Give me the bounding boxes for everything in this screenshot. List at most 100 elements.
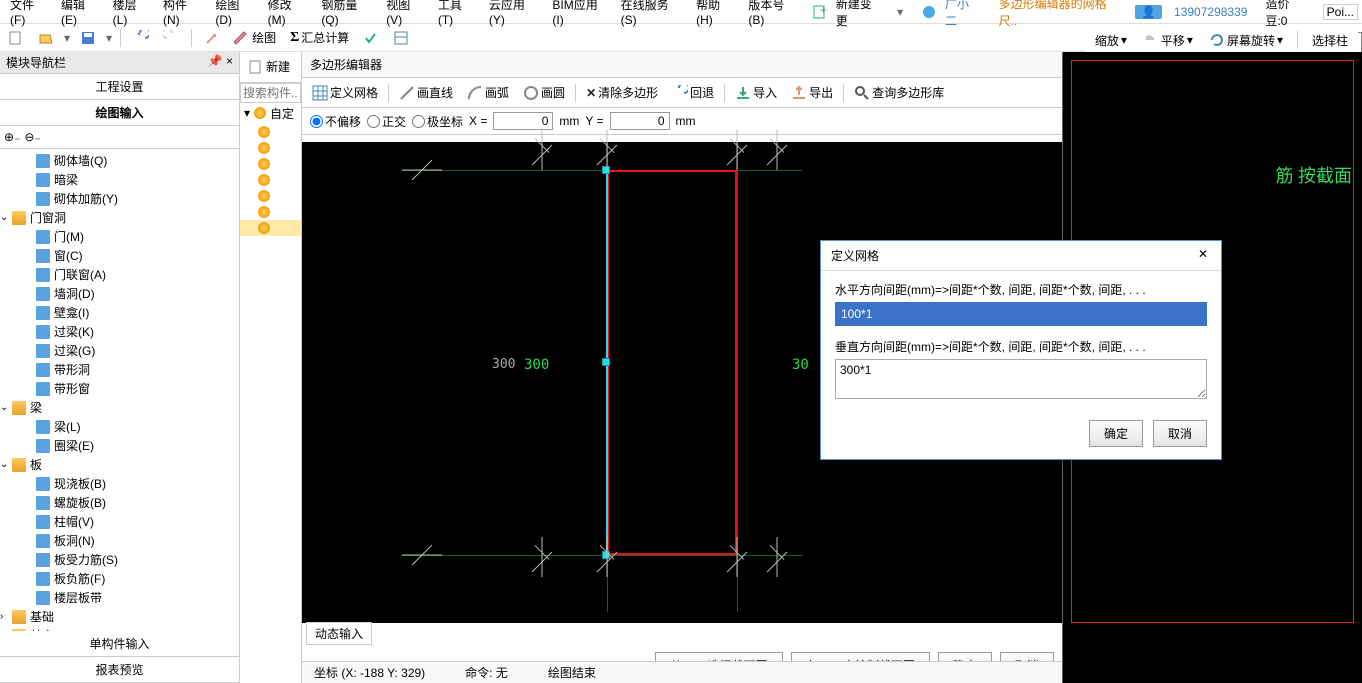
list-item[interactable] xyxy=(240,172,301,188)
edge-handle-mid[interactable] xyxy=(602,358,610,366)
section-report[interactable]: 报表预览 xyxy=(0,657,239,683)
tree-bk[interactable]: 壁龛(I) xyxy=(0,303,239,322)
polygon-shape[interactable] xyxy=(607,170,737,555)
chevron-down-icon[interactable]: ⌄ xyxy=(0,402,8,413)
tree-ql[interactable]: 圈梁(E) xyxy=(0,436,239,455)
undo-button[interactable]: 回退 xyxy=(666,82,720,103)
draw-button[interactable]: 绘图 xyxy=(230,27,280,48)
list-item-selected[interactable] xyxy=(240,220,301,236)
menu-floor[interactable]: 楼层(L) xyxy=(107,0,157,27)
tree-qtjj[interactable]: 砌体加筋(Y) xyxy=(0,189,239,208)
tree-qd[interactable]: 墙洞(D) xyxy=(0,284,239,303)
tree-dxd[interactable]: 带形洞 xyxy=(0,360,239,379)
new-icon[interactable] xyxy=(4,28,28,48)
radio-ortho[interactable]: 正交 xyxy=(367,113,406,130)
list-item-root[interactable]: ▾自定 xyxy=(240,103,301,124)
draw-arc-button[interactable]: 画弧 xyxy=(461,82,515,103)
user-small[interactable]: 广小二 xyxy=(915,0,992,29)
import-button[interactable]: 导入 xyxy=(729,82,783,103)
select-rebar-button[interactable]: 选择柱 xyxy=(1308,30,1352,51)
table-icon[interactable] xyxy=(389,28,413,48)
undo-icon[interactable] xyxy=(129,28,153,48)
poi-label[interactable]: Poi... xyxy=(1323,4,1358,20)
menu-rebar[interactable]: 钢筋量(Q) xyxy=(315,0,380,27)
tree-zm[interactable]: 柱帽(V) xyxy=(0,512,239,531)
pan-button[interactable]: 平移 ▾ xyxy=(1139,30,1197,51)
check-icon[interactable] xyxy=(359,28,383,48)
component-tree[interactable]: 砌体墙(Q) 暗梁 砌体加筋(Y) ⌄门窗洞 门(M) 窗(C) 门联窗(A) … xyxy=(0,149,239,631)
menu-bim[interactable]: BIM应用(I) xyxy=(546,0,614,27)
pin-icon[interactable]: 📌 × xyxy=(208,54,233,71)
tree-lcbd[interactable]: 楼层板带 xyxy=(0,588,239,607)
save-icon[interactable] xyxy=(76,28,100,48)
radio-no-offset[interactable]: 不偏移 xyxy=(310,113,361,130)
new-change-button[interactable]: + 新建变更 ▾ xyxy=(806,0,915,29)
tree-mcd[interactable]: ⌄门窗洞 xyxy=(0,208,239,227)
collapse-icon[interactable]: ⊖₋ xyxy=(24,130,40,144)
search-input[interactable] xyxy=(240,83,301,103)
section-drawinput[interactable]: 绘图输入 xyxy=(0,100,239,126)
list-item[interactable] xyxy=(240,156,301,172)
menu-online[interactable]: 在线服务(S) xyxy=(615,0,690,27)
define-grid-button[interactable]: 定义网格 xyxy=(306,82,384,103)
tree-xjb[interactable]: 现浇板(B) xyxy=(0,474,239,493)
list-item[interactable] xyxy=(240,124,301,140)
tree-al[interactable]: 暗梁 xyxy=(0,170,239,189)
draw-line-button[interactable]: 画直线 xyxy=(393,82,459,103)
wand-icon[interactable] xyxy=(200,28,224,48)
y-input[interactable] xyxy=(610,112,670,130)
section-single[interactable]: 单构件输入 xyxy=(0,631,239,657)
tree-gl[interactable]: 过梁(G) xyxy=(0,341,239,360)
section-engineering[interactable]: 工程设置 xyxy=(0,74,239,100)
tree-c[interactable]: 窗(C) xyxy=(0,246,239,265)
list-item[interactable] xyxy=(240,204,301,220)
sum-button[interactable]: Σ 汇总计算 xyxy=(286,27,353,48)
tree-m[interactable]: 门(M) xyxy=(0,227,239,246)
x-input[interactable] xyxy=(493,112,553,130)
chevron-down-icon[interactable]: ⌄ xyxy=(0,459,8,470)
tree-liang[interactable]: ⌄梁 xyxy=(0,398,239,417)
list-item[interactable] xyxy=(240,140,301,156)
menu-edit[interactable]: 编辑(E) xyxy=(55,0,107,27)
v-spacing-input[interactable]: 300*1 xyxy=(835,359,1207,399)
menu-help[interactable]: 帮助(H) xyxy=(690,0,742,27)
dialog-cancel-button[interactable]: 取消 xyxy=(1153,420,1207,447)
clear-poly-button[interactable]: ✕清除多边形 xyxy=(580,82,664,103)
tree-gl2[interactable]: 过梁(K) xyxy=(0,322,239,341)
tree-lxb[interactable]: 螺旋板(B) xyxy=(0,493,239,512)
tree-ban[interactable]: ⌄板 xyxy=(0,455,239,474)
export-button[interactable]: 导出 xyxy=(785,82,839,103)
menu-view[interactable]: 视图(V) xyxy=(380,0,432,27)
chevron-down-icon[interactable]: ⌄ xyxy=(0,212,8,223)
user-phone[interactable]: 13907298339 xyxy=(1168,5,1253,19)
list-item[interactable] xyxy=(240,188,301,204)
menu-modify[interactable]: 修改(M) xyxy=(262,0,316,27)
tree-dxc[interactable]: 带形窗 xyxy=(0,379,239,398)
redo-icon[interactable] xyxy=(159,28,183,48)
h-spacing-input[interactable]: 100*1 xyxy=(835,302,1207,326)
menu-version[interactable]: 版本号(B) xyxy=(742,0,806,27)
menu-cloud[interactable]: 云应用(Y) xyxy=(483,0,547,27)
dialog-close-button[interactable]: ✕ xyxy=(1195,247,1211,263)
query-lib-button[interactable]: 查询多边形库 xyxy=(848,82,950,103)
zoom-button[interactable]: 缩放 ▾ xyxy=(1091,30,1131,51)
chevron-right-icon[interactable]: › xyxy=(0,611,3,622)
tree-bfj[interactable]: 板负筋(F) xyxy=(0,569,239,588)
rotate-button[interactable]: 屏幕旋转 ▾ xyxy=(1205,30,1287,51)
dynamic-input-tab[interactable]: 动态输入 xyxy=(306,622,372,645)
radio-polar[interactable]: 极坐标 xyxy=(412,113,463,130)
tree-qtq[interactable]: 砌体墙(Q) xyxy=(0,151,239,170)
tree-l[interactable]: 梁(L) xyxy=(0,417,239,436)
chevron-right-icon[interactable]: › xyxy=(0,630,3,631)
tree-jichu[interactable]: ›基础 xyxy=(0,607,239,626)
tree-qita[interactable]: ›其它 xyxy=(0,626,239,631)
menu-tools[interactable]: 工具(T) xyxy=(432,0,483,27)
new-component-button[interactable]: 新建 xyxy=(244,56,294,77)
menu-file[interactable]: 文件(F) xyxy=(4,0,55,27)
menu-component[interactable]: 构件(N) xyxy=(157,0,209,27)
tree-bslj[interactable]: 板受力筋(S) xyxy=(0,550,239,569)
open-icon[interactable] xyxy=(34,28,58,48)
tree-bd[interactable]: 板洞(N) xyxy=(0,531,239,550)
expand-icon[interactable]: ⊕₋ xyxy=(4,130,20,144)
draw-circle-button[interactable]: 画圆 xyxy=(517,82,571,103)
